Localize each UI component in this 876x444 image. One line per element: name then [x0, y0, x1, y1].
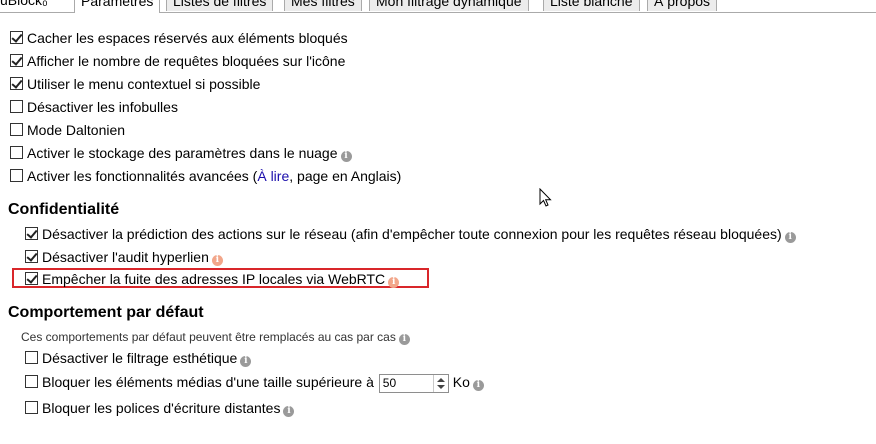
info-icon[interactable]: i	[240, 356, 252, 367]
checkbox[interactable]	[25, 401, 38, 414]
checkbox[interactable]	[25, 227, 38, 240]
setting-label: Désactiver les infobulles	[27, 99, 178, 115]
checkbox[interactable]	[25, 351, 38, 364]
checkbox[interactable]	[25, 375, 38, 388]
setting-label: Activer les fonctionnalités avancées (	[27, 168, 258, 184]
setting-remote-fonts[interactable]: Bloquer les polices d'écriture distantes…	[25, 398, 295, 418]
setting-color-blind[interactable]: Mode Daltonien	[10, 120, 125, 140]
tab-bar: uBlock₀ Paramètres Listes de filtres Mes…	[0, 0, 876, 13]
info-icon[interactable]: i	[283, 406, 295, 417]
info-icon[interactable]: i	[472, 380, 484, 391]
setting-label: Désactiver le filtrage esthétique	[42, 350, 238, 366]
setting-webrtc-leak[interactable]: Empêcher la fuite des adresses IP locale…	[25, 269, 400, 289]
setting-label: Afficher le nombre de requêtes bloquées …	[27, 53, 346, 69]
checkbox[interactable]	[10, 169, 23, 182]
tab-whitelist[interactable]: Liste blanche	[543, 0, 640, 11]
setting-label: Utiliser le menu contextuel si possible	[27, 76, 261, 92]
tab-about[interactable]: À propos	[647, 0, 718, 11]
checkbox[interactable]	[10, 123, 23, 136]
setting-disable-tooltips[interactable]: Désactiver les infobulles	[10, 97, 178, 117]
setting-advanced-user[interactable]: Activer les fonctionnalités avancées (À …	[10, 166, 401, 186]
mouse-cursor-icon	[539, 188, 552, 207]
media-size-unit: Ko	[452, 374, 470, 390]
info-icon[interactable]: i	[211, 255, 223, 266]
info-icon[interactable]: i	[398, 334, 410, 345]
setting-label: Bloquer les éléments médias d'une taille…	[42, 374, 374, 390]
setting-hide-placeholders[interactable]: Cacher les espaces réservés aux éléments…	[10, 28, 348, 48]
setting-show-icon-badge[interactable]: Afficher le nombre de requêtes bloquées …	[10, 51, 345, 71]
setting-label-suffix: , page en Anglais)	[289, 168, 402, 184]
setting-label: Activer le stockage des paramètres dans …	[27, 145, 338, 161]
info-icon[interactable]: i	[784, 232, 796, 243]
privacy-heading: Confidentialité	[8, 201, 120, 218]
setting-hyperlink-auditing[interactable]: Désactiver l'audit hyperlien i	[25, 247, 223, 267]
default-behavior-note: Ces comportements par défaut peuvent êtr…	[21, 328, 410, 346]
chevron-up-icon[interactable]	[436, 377, 445, 382]
setting-label: Cacher les espaces réservés aux éléments…	[27, 30, 348, 46]
checkbox[interactable]	[25, 272, 38, 285]
setting-context-menu[interactable]: Utiliser le menu contextuel si possible	[10, 74, 260, 94]
checkbox[interactable]	[10, 146, 23, 159]
chevron-down-icon[interactable]	[436, 384, 445, 389]
setting-cloud-storage[interactable]: Activer le stockage des paramètres dans …	[10, 143, 352, 163]
tab-my-filters[interactable]: Mes filtres	[284, 0, 362, 11]
setting-large-media[interactable]: Bloquer les éléments médias d'une taille…	[25, 372, 484, 393]
number-spinner[interactable]	[432, 374, 448, 392]
checkbox[interactable]	[10, 100, 23, 113]
setting-label: Mode Daltonien	[27, 122, 126, 138]
checkbox[interactable]	[10, 31, 23, 44]
tab-app-name[interactable]: uBlock₀	[0, 0, 54, 11]
default-behavior-heading: Comportement par défaut	[8, 304, 204, 321]
checkbox[interactable]	[10, 77, 23, 90]
setting-prefetching[interactable]: Désactiver la prédiction des actions sur…	[25, 224, 796, 244]
read-more-link[interactable]: À lire	[257, 168, 289, 184]
setting-label: Empêcher la fuite des adresses IP locale…	[42, 271, 386, 287]
tab-settings[interactable]: Paramètres	[74, 0, 161, 13]
setting-cosmetic-filtering[interactable]: Désactiver le filtrage esthétique i	[25, 348, 252, 368]
setting-label: Désactiver l'audit hyperlien	[42, 249, 209, 265]
tab-filter-lists[interactable]: Listes de filtres	[166, 0, 274, 11]
checkbox[interactable]	[25, 250, 38, 263]
info-icon[interactable]: i	[340, 151, 352, 162]
setting-label: Bloquer les polices d'écriture distantes	[42, 400, 281, 416]
tab-dynamic-filtering[interactable]: Mon filtrage dynamique	[369, 0, 529, 11]
info-icon[interactable]: i	[388, 277, 400, 288]
checkbox[interactable]	[10, 54, 23, 67]
setting-label: Désactiver la prédiction des actions sur…	[42, 226, 782, 242]
media-size-input[interactable]: 50	[378, 373, 449, 393]
